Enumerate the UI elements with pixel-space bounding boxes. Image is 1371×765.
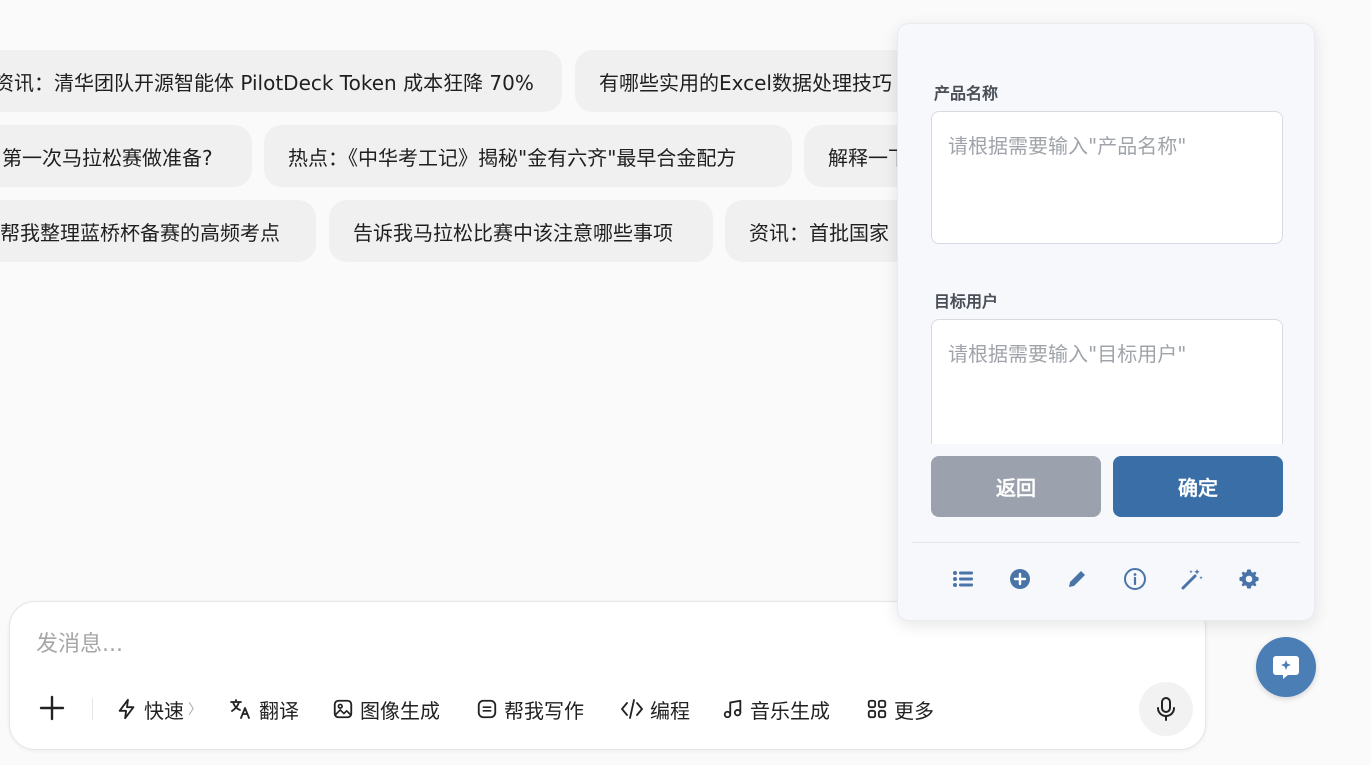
microphone-icon (1157, 697, 1175, 721)
back-button[interactable]: 返回 (931, 456, 1101, 517)
tool-more[interactable]: 更多 (866, 692, 934, 726)
confirm-button[interactable]: 确定 (1113, 456, 1283, 517)
tool-coding[interactable]: 编程 (620, 692, 690, 726)
code-icon (621, 699, 643, 719)
tool-label: 编程 (650, 698, 690, 723)
template-form-panel: 产品名称 目标用户 返回 确定 (897, 23, 1315, 621)
info-icon (1124, 568, 1146, 590)
tool-fast[interactable]: 快速 〉 (116, 692, 202, 726)
tool-label: 更多 (894, 698, 934, 723)
writing-icon (477, 699, 497, 719)
lightning-icon (118, 698, 135, 720)
add-button[interactable] (1006, 565, 1034, 593)
target-user-field[interactable] (931, 319, 1283, 452)
voice-input-button[interactable] (1139, 682, 1193, 736)
chat-sparkle-icon (1273, 656, 1299, 679)
suggestion-chip[interactable]: 为第一次马拉松赛做准备? (0, 125, 252, 187)
tool-label: 快速 (144, 698, 184, 723)
panel-scroll-mask (898, 444, 1314, 452)
image-icon (333, 699, 353, 719)
chat-composer: 快速 〉 翻译 图像生成 帮我写作 编程 音乐生成 更多 (9, 601, 1206, 750)
tool-label: 帮我写作 (504, 698, 584, 723)
product-name-label: 产品名称 (934, 84, 999, 103)
chevron-right-icon: 〉 (188, 702, 202, 718)
plus-icon (39, 695, 65, 721)
panel-divider (912, 542, 1300, 543)
list-button[interactable] (949, 565, 977, 593)
assistant-fab-button[interactable] (1256, 637, 1316, 697)
info-button[interactable] (1121, 565, 1149, 593)
toolbar-divider (92, 698, 93, 720)
gear-icon (1239, 569, 1259, 589)
tool-music-generation[interactable]: 音乐生成 (722, 692, 830, 726)
composer-toolbar: 快速 〉 翻译 图像生成 帮我写作 编程 音乐生成 更多 (10, 682, 1205, 738)
grid-icon (867, 699, 887, 719)
suggestion-chip[interactable]: 热点：《中华考工记》揭秘"金有六齐"最早合金配方 (264, 125, 792, 187)
add-circle-icon (1010, 569, 1030, 589)
suggestion-chip[interactable]: 有哪些实用的Excel数据处理技巧 (575, 50, 915, 112)
tool-translate[interactable]: 翻译 (229, 692, 299, 726)
tool-label: 翻译 (259, 698, 299, 723)
suggestion-chip[interactable]: 告诉我马拉松比赛中该注意哪些事项 (329, 200, 713, 262)
translate-icon (230, 699, 250, 719)
add-attachment-button[interactable] (34, 690, 70, 726)
tool-label: 图像生成 (360, 698, 440, 723)
music-icon (723, 699, 742, 719)
list-icon (953, 571, 973, 587)
message-input[interactable] (36, 624, 1136, 664)
magic-wand-icon (1181, 569, 1203, 590)
tool-label: 音乐生成 (750, 698, 830, 723)
suggestion-chip[interactable]: 帮我整理蓝桥杯备赛的高频考点 (0, 200, 316, 262)
settings-button[interactable] (1235, 565, 1263, 593)
target-user-label: 目标用户 (934, 292, 999, 311)
tool-image-generation[interactable]: 图像生成 (332, 692, 440, 726)
product-name-field[interactable] (931, 111, 1283, 244)
tool-writing[interactable]: 帮我写作 (476, 692, 584, 726)
magic-button[interactable] (1178, 565, 1206, 593)
pencil-icon (1069, 571, 1085, 587)
edit-button[interactable] (1063, 565, 1091, 593)
suggestion-chip[interactable]: 资讯：清华团队开源智能体 PilotDeck Token 成本狂降 70% (0, 50, 562, 112)
